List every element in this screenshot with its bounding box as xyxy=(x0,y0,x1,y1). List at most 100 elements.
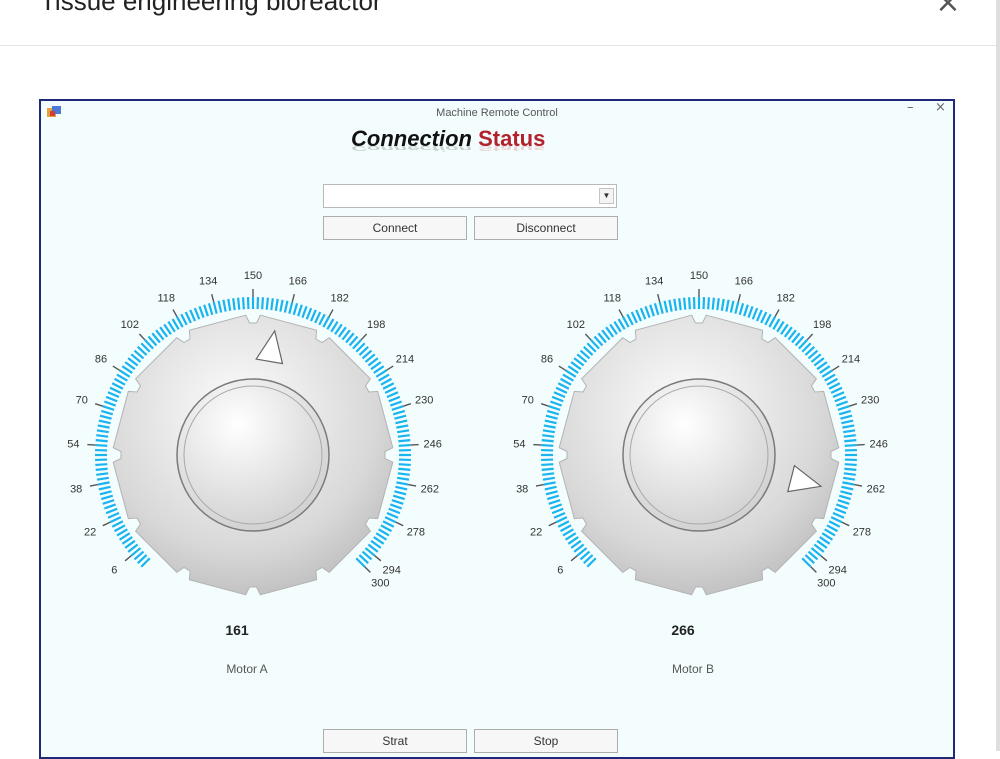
motor-b-scale-tick xyxy=(835,397,846,401)
motor-a-scale-tick xyxy=(307,308,311,319)
motor-a-scale-tick xyxy=(195,308,199,319)
motor-b-scale-tick xyxy=(844,440,856,441)
disconnect-button[interactable]: Disconnect xyxy=(474,216,618,240)
motor-b-scale-tick xyxy=(679,298,681,310)
motor-b-tick-label: 134 xyxy=(645,276,663,288)
motor-b-scale-tick xyxy=(543,478,555,480)
motor-b-scale-tick xyxy=(655,303,658,315)
start-button[interactable]: Strat xyxy=(323,729,467,753)
motor-b-scale-tick xyxy=(542,440,554,441)
motor-a-scale-tick xyxy=(262,297,263,309)
motor-b-dial[interactable]: 6223854708610211813415016618219821423024… xyxy=(509,265,889,625)
motor-a-scale-tick xyxy=(177,317,183,328)
motor-b-scale-tick xyxy=(665,301,668,313)
motor-a-scale-tick xyxy=(233,298,235,310)
chevron-down-icon[interactable]: ▼ xyxy=(599,188,614,204)
motor-a-major-tick xyxy=(212,294,214,302)
motor-a-scale-tick xyxy=(104,401,115,405)
motor-a-scale-tick xyxy=(103,406,114,410)
motor-b-scale-tick xyxy=(744,305,748,316)
motor-b-scale-tick xyxy=(713,298,714,310)
motor-a-tick-label: 294 xyxy=(383,565,401,577)
modal-title: Tissue engineering bioreactor xyxy=(40,0,382,17)
motor-a-scale-tick xyxy=(99,487,111,490)
motor-b-scale-tick xyxy=(556,388,567,393)
motor-a-scale-tick xyxy=(390,401,401,405)
motor-b-scale-tick xyxy=(623,317,629,328)
motor-b-scale-tick xyxy=(757,310,762,321)
motor-b-scale-tick xyxy=(544,482,556,484)
motor-a-scale-tick xyxy=(104,504,115,508)
motor-a-scale-tick xyxy=(214,302,217,314)
motor-b-scale-tick xyxy=(831,517,842,522)
motor-a-scale-tick xyxy=(95,445,107,446)
motor-a-value: 161 xyxy=(167,622,307,638)
close-modal-button[interactable]: × xyxy=(930,0,966,18)
motor-b-scale-tick xyxy=(660,302,663,314)
motor-b-scale-tick xyxy=(543,430,555,432)
motor-b-major-tick xyxy=(571,556,577,561)
motor-b-tick-label: 300 xyxy=(817,577,835,589)
motor-b-scale-tick xyxy=(845,464,857,465)
connect-button[interactable]: Connect xyxy=(323,216,467,240)
window-close-button[interactable]: × xyxy=(935,100,946,115)
motor-b-scale-tick xyxy=(769,317,775,328)
motor-a-major-tick xyxy=(396,522,403,525)
motor-b-major-tick xyxy=(842,522,849,525)
motor-b-scale-tick xyxy=(829,383,840,388)
motor-a-scale-tick xyxy=(393,411,405,414)
motor-a-scale-tick xyxy=(186,312,191,323)
stop-button[interactable]: Stop xyxy=(474,729,618,753)
motor-a-tick-label: 70 xyxy=(76,394,88,406)
motor-a-tick-label: 22 xyxy=(84,527,96,539)
motor-a-scale-tick xyxy=(280,300,282,312)
motor-b-tick-label: 86 xyxy=(541,354,553,366)
motor-b-scale-tick xyxy=(765,314,770,325)
motor-b-scale-tick xyxy=(839,411,851,414)
motor-b-tick-label: 294 xyxy=(829,565,847,577)
motor-a-tick-label: 118 xyxy=(158,292,176,304)
motor-b-tick-label: 150 xyxy=(690,270,708,282)
motor-a-tick-label: 150 xyxy=(244,270,262,282)
motor-a-major-tick xyxy=(173,310,177,317)
motor-a-scale-tick xyxy=(98,482,110,484)
motor-b-scale-tick xyxy=(558,383,569,388)
motor-a-major-tick xyxy=(139,334,144,340)
motor-a-scale-tick xyxy=(398,440,410,441)
minimize-button[interactable]: – xyxy=(907,100,914,115)
motor-a-scale-tick xyxy=(238,298,239,310)
motor-a-tick-label: 278 xyxy=(407,527,425,539)
motor-a-scale-tick xyxy=(396,482,408,484)
port-select[interactable]: ▼ xyxy=(323,184,617,208)
motor-b-tick-label: 22 xyxy=(530,527,542,539)
motor-a-scale-tick xyxy=(96,435,108,437)
motor-b-scale-tick xyxy=(650,305,654,316)
motor-b-scale-tick xyxy=(549,406,560,410)
motor-b-major-tick xyxy=(549,522,556,525)
motor-b-tick-label: 246 xyxy=(869,439,887,451)
motor-a-scale-tick xyxy=(267,298,268,310)
motor-a-major-tick xyxy=(365,567,371,573)
motor-b-value: 266 xyxy=(613,622,753,638)
heading-reflection-status: Status xyxy=(478,144,545,153)
motor-b-scale-tick xyxy=(544,425,556,427)
motor-b-scale-tick xyxy=(838,406,849,410)
motor-a-scale-tick xyxy=(228,299,230,311)
motor-b-major-tick xyxy=(807,334,812,340)
motor-b-scale-tick xyxy=(636,310,641,321)
motor-b-scale-tick xyxy=(561,525,572,531)
motor-b-scale-tick xyxy=(645,306,649,317)
motor-a-scale-tick xyxy=(110,388,121,393)
motor-a-scale-tick xyxy=(389,509,400,513)
motor-a-dial[interactable]: 6223854708610211813415016618219821423024… xyxy=(63,265,443,625)
motor-a-scale-tick xyxy=(112,521,123,526)
motor-a-scale-tick xyxy=(100,491,112,494)
motor-a-scale-tick xyxy=(311,310,316,321)
motor-b-scale-tick xyxy=(547,411,559,414)
motor-a-scale-tick xyxy=(115,525,126,531)
motor-a-scale-tick xyxy=(289,302,292,314)
motor-a-major-tick xyxy=(375,556,381,561)
motor-a-scale-tick xyxy=(302,306,306,317)
motor-b-scale-tick xyxy=(550,401,561,405)
motor-a-scale-tick xyxy=(399,464,411,465)
